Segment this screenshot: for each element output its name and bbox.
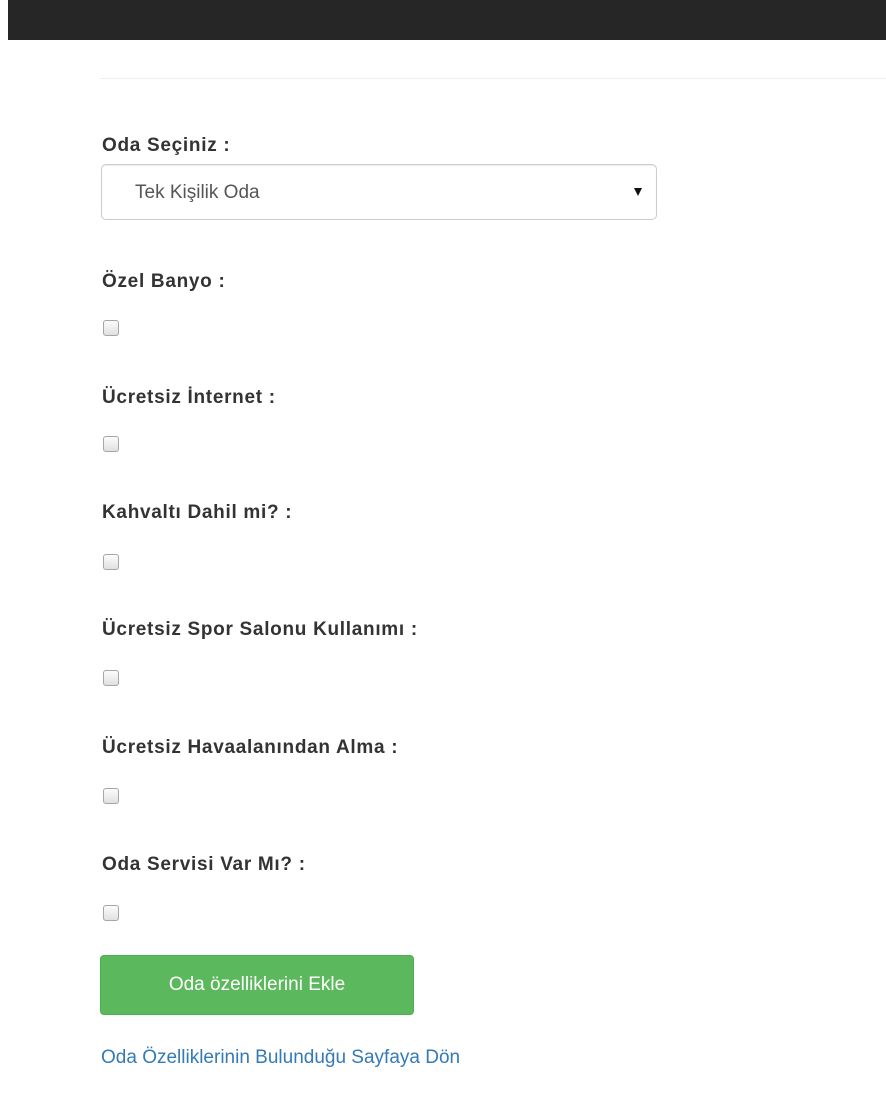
room-service-label: Oda Servisi Var Mı? : — [102, 854, 306, 875]
room-select-label: Oda Seçiniz : — [102, 135, 231, 156]
free-airport-pickup-label: Ücretsiz Havaalanından Alma : — [102, 737, 399, 758]
chevron-down-icon — [634, 188, 642, 196]
top-navbar — [8, 0, 886, 40]
free-gym-checkbox[interactable] — [103, 670, 119, 686]
private-bathroom-checkbox[interactable] — [103, 320, 119, 336]
add-room-features-button[interactable]: Oda özelliklerini Ekle — [100, 955, 414, 1015]
free-internet-label: Ücretsiz İnternet : — [102, 387, 276, 408]
breakfast-included-label: Kahvaltı Dahil mi? : — [102, 502, 293, 523]
breakfast-included-checkbox[interactable] — [103, 554, 119, 570]
room-select-value: Tek Kişilik Oda — [135, 182, 260, 203]
room-service-checkbox[interactable] — [103, 905, 119, 921]
private-bathroom-label: Özel Banyo : — [102, 271, 226, 292]
free-internet-checkbox[interactable] — [103, 436, 119, 452]
room-select[interactable]: Tek Kişilik Oda — [101, 164, 657, 220]
free-gym-label: Ücretsiz Spor Salonu Kullanımı : — [102, 619, 418, 640]
free-airport-pickup-checkbox[interactable] — [103, 788, 119, 804]
header-divider — [100, 78, 886, 79]
back-to-room-features-link[interactable]: Oda Özelliklerinin Bulunduğu Sayfaya Dön — [101, 1047, 460, 1069]
